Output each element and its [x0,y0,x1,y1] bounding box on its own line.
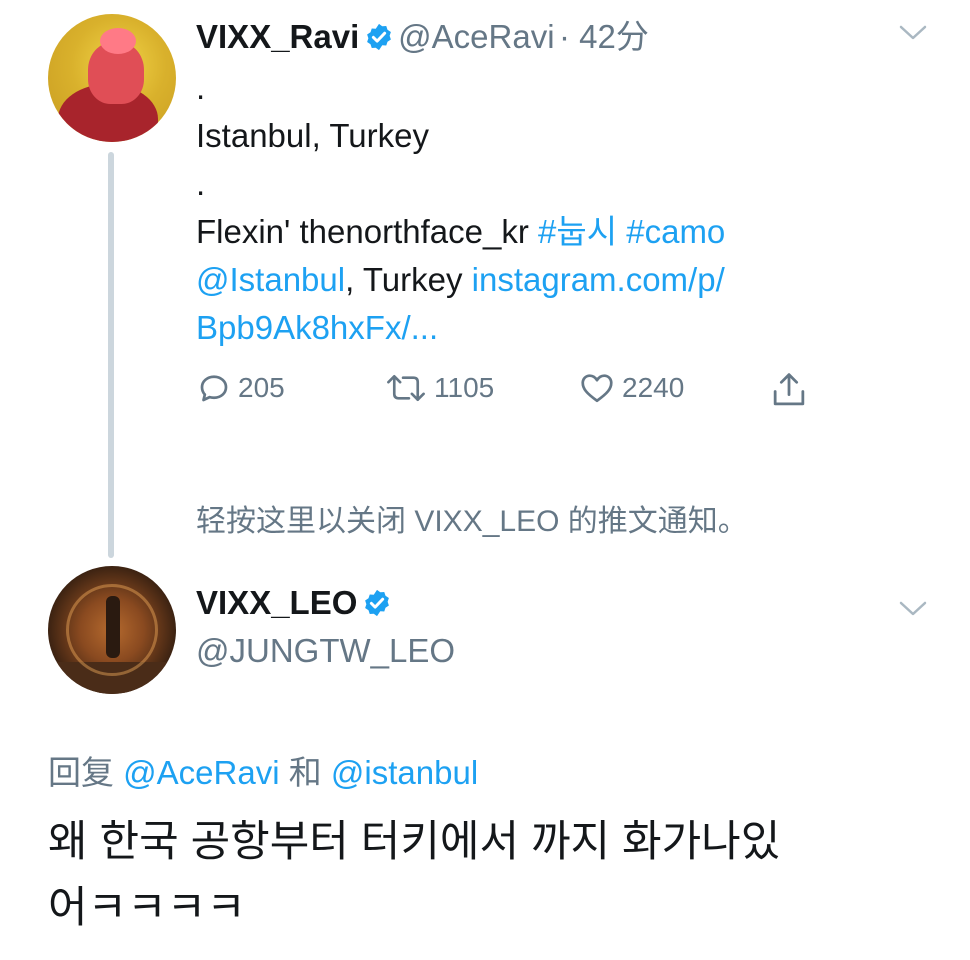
url-link[interactable]: Bpb9Ak8hxFx/... [196,309,438,346]
like-count: 2240 [622,372,685,403]
share-icon [773,373,805,406]
share-button[interactable] [770,370,814,410]
mention-link[interactable]: @istanbul [331,754,478,791]
mention-link[interactable]: @Istanbul [196,261,345,298]
avatar-figure-hair [100,28,136,54]
reply-count: 205 [238,372,285,403]
reply-button[interactable]: 205 [196,370,285,406]
handle[interactable]: @JUNGTW_LEO [196,632,455,670]
text-line: Bpb9Ak8hxFx/... [196,304,916,352]
tweet2-header: VIXX_LEO [196,584,392,622]
hashtag-link[interactable]: #camo [626,213,725,250]
tweet1-body: . Istanbul, Turkey . Flexin' thenorthfac… [196,64,916,352]
avatar-ravi[interactable] [48,14,176,142]
reply-and: 和 [288,754,322,791]
url-link[interactable]: instagram.com/p/ [472,261,725,298]
avatar-leo[interactable] [48,566,176,694]
like-icon [581,374,613,403]
reply-label: 回复 [48,754,114,791]
display-name[interactable]: VIXX_LEO [196,584,357,621]
text-segment: , Turkey [345,261,472,298]
timestamp: · 42分 [559,18,649,55]
retweet-icon [387,374,425,402]
text-line: Flexin' thenorthface_kr #눕시 #camo [196,208,916,256]
notification-notice[interactable]: 轻按这里以关闭 VIXX_LEO 的推文通知。 [196,496,748,540]
text-line: @Istanbul, Turkey instagram.com/p/ [196,256,916,304]
retweet-button[interactable]: 1105 [384,370,494,406]
verified-icon [364,589,389,617]
reply-icon [200,375,228,402]
hashtag-link[interactable]: #눕시 [538,213,617,250]
retweet-count: 1105 [434,372,495,403]
handle[interactable]: @AceRavi [398,18,554,55]
tweet2-text-line: 왜 한국 공항부터 터키에서 까지 화가나있 [48,818,781,866]
reply-context: 回复 @AceRavi 和 @istanbul [48,746,478,794]
text-line: Istanbul, Turkey [196,117,429,154]
text-line: . [196,69,206,106]
text-line: . [196,165,206,202]
tweet1-header: VIXX_Ravi @AceRavi · 42分 [196,10,649,58]
chevron-down-icon[interactable] [898,598,928,620]
display-name[interactable]: VIXX_Ravi [196,18,359,55]
like-button[interactable]: 2240 [578,370,684,406]
thread-line [108,152,114,558]
avatar-person-shape [106,596,120,658]
chevron-down-icon[interactable] [898,22,928,44]
text-segment: Flexin' thenorthface_kr [196,213,538,250]
mention-link[interactable]: @AceRavi [123,754,279,791]
verified-icon [366,23,391,51]
tweet2-text-line: 어ㅋㅋㅋㅋ [48,884,246,932]
